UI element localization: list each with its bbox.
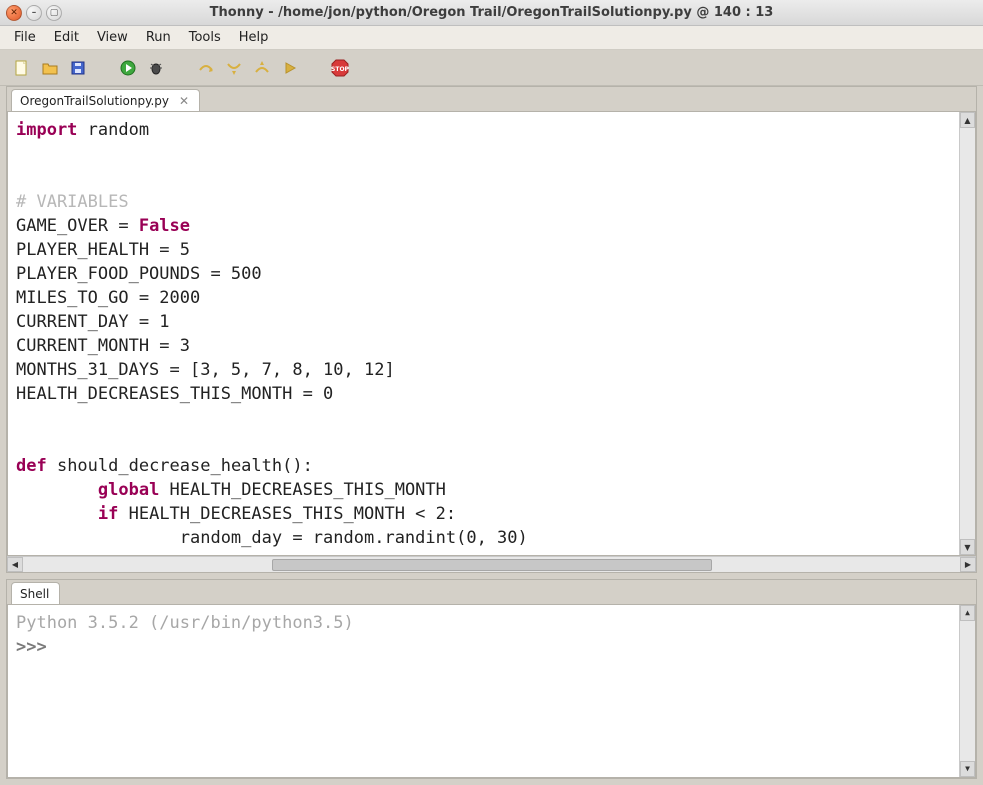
maximize-button[interactable]: ▢	[46, 5, 62, 21]
workspace: OregonTrailSolutionpy.py ✕ import random…	[0, 86, 983, 785]
open-file-icon[interactable]	[40, 58, 60, 78]
shell-tabrow: Shell	[7, 580, 976, 604]
editor-tabrow: OregonTrailSolutionpy.py ✕	[7, 87, 976, 111]
step-over-icon[interactable]	[196, 58, 216, 78]
editor-horizontal-scrollbar[interactable]: ◀ ▶	[7, 556, 976, 572]
scroll-left-icon[interactable]: ◀	[7, 557, 23, 572]
editor-vertical-scrollbar[interactable]: ▲ ▼	[959, 112, 975, 555]
scroll-up-icon[interactable]: ▲	[960, 112, 975, 128]
editor-tab-active[interactable]: OregonTrailSolutionpy.py ✕	[11, 89, 200, 111]
scroll-thumb[interactable]	[272, 559, 712, 571]
save-file-icon[interactable]	[68, 58, 88, 78]
editor-panel: OregonTrailSolutionpy.py ✕ import random…	[6, 86, 977, 573]
shell-area[interactable]: Python 3.5.2 (/usr/bin/python3.5) >>> ▲ …	[7, 604, 976, 778]
step-out-icon[interactable]	[252, 58, 272, 78]
toolbar: STOP	[0, 50, 983, 86]
resume-icon[interactable]	[280, 58, 300, 78]
stop-icon[interactable]: STOP	[330, 58, 350, 78]
scroll-up-icon[interactable]: ▲	[960, 605, 975, 621]
menubar: File Edit View Run Tools Help	[0, 26, 983, 50]
shell-version-line: Python 3.5.2 (/usr/bin/python3.5)	[16, 613, 354, 633]
close-icon[interactable]: ✕	[179, 95, 189, 107]
menu-run[interactable]: Run	[138, 28, 179, 47]
scroll-right-icon[interactable]: ▶	[960, 557, 976, 572]
step-into-icon[interactable]	[224, 58, 244, 78]
svg-text:STOP: STOP	[331, 66, 349, 73]
code-text[interactable]: import random # VARIABLES GAME_OVER = Fa…	[8, 112, 959, 555]
menu-file[interactable]: File	[6, 28, 44, 47]
shell-tab[interactable]: Shell	[11, 582, 60, 604]
debug-icon[interactable]	[146, 58, 166, 78]
run-icon[interactable]	[118, 58, 138, 78]
menu-tools[interactable]: Tools	[181, 28, 229, 47]
scroll-down-icon[interactable]: ▼	[960, 761, 975, 777]
scroll-down-icon[interactable]: ▼	[960, 539, 975, 555]
menu-edit[interactable]: Edit	[46, 28, 87, 47]
shell-prompt: >>>	[16, 637, 57, 657]
titlebar: ✕ – ▢ Thonny - /home/jon/python/Oregon T…	[0, 0, 983, 26]
menu-view[interactable]: View	[89, 28, 136, 47]
new-file-icon[interactable]	[12, 58, 32, 78]
minimize-button[interactable]: –	[26, 5, 42, 21]
shell-tab-label: Shell	[20, 587, 49, 601]
shell-panel: Shell Python 3.5.2 (/usr/bin/python3.5) …	[6, 579, 977, 779]
editor-tab-label: OregonTrailSolutionpy.py	[20, 94, 169, 108]
shell-vertical-scrollbar[interactable]: ▲ ▼	[959, 605, 975, 777]
close-button[interactable]: ✕	[6, 5, 22, 21]
menu-help[interactable]: Help	[231, 28, 277, 47]
window-title: Thonny - /home/jon/python/Oregon Trail/O…	[210, 5, 774, 20]
editor-area[interactable]: import random # VARIABLES GAME_OVER = Fa…	[7, 111, 976, 556]
